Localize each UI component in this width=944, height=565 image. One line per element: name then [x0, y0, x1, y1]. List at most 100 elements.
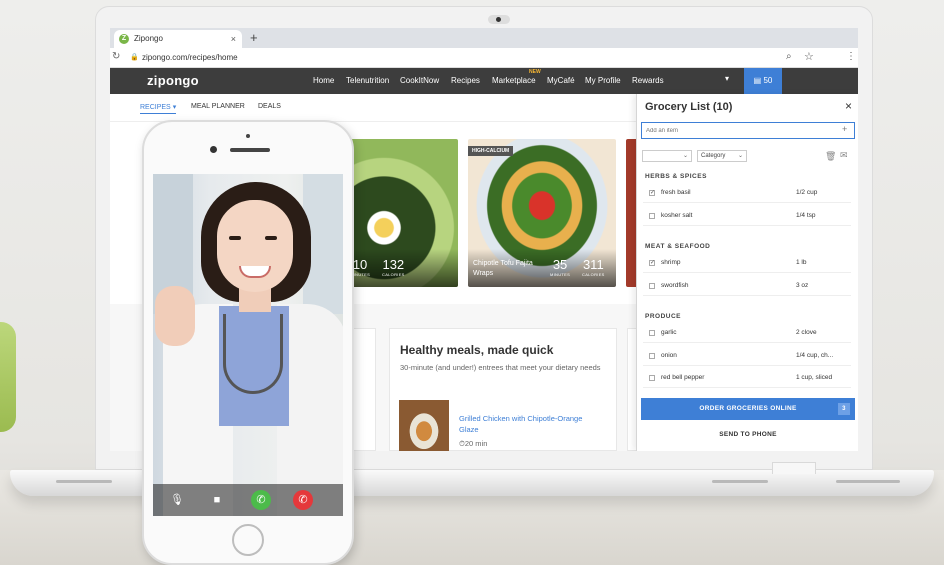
item-checkbox[interactable]: ✓ [649, 260, 655, 266]
nav-cookitnow[interactable]: CookItNow [400, 76, 439, 85]
chevron-down-icon: ⌄ [737, 153, 743, 159]
item-checkbox[interactable]: ✓ [649, 190, 655, 196]
doctor-eye [265, 236, 277, 240]
nav-mycafe[interactable]: MyCafé [547, 76, 575, 85]
calories-label: CALORIES [382, 272, 405, 277]
zipongo-favicon-icon: Z [119, 34, 129, 44]
phone-speaker [230, 148, 270, 152]
zoom-icon[interactable]: ⌕ [786, 51, 792, 62]
nav-home[interactable]: Home [313, 76, 334, 85]
tab-title: Zipongo [134, 34, 163, 43]
laptop-base-detail [712, 480, 768, 483]
new-tab-button[interactable]: + [250, 30, 258, 45]
item-checkbox[interactable] [649, 283, 655, 289]
close-tab-icon[interactable]: × [231, 30, 236, 48]
minutes-label: MINUTES [550, 272, 571, 277]
collection-subtitle: 30-minute (and under!) entrees that meet… [400, 363, 601, 372]
nav-recipes[interactable]: Recipes [451, 76, 480, 85]
subnav-meal-planner[interactable]: MEAL PLANNER [191, 103, 245, 110]
calories-value: 132 [382, 257, 405, 272]
microphone-icon[interactable]: 🎙 [167, 490, 187, 510]
grocery-item[interactable]: ✓ fresh basil 1/2 cup [643, 185, 851, 203]
grocery-list-button[interactable]: ▤ 50 [744, 68, 782, 94]
grocery-item[interactable]: ✓ shrimp 1 lb [643, 255, 851, 273]
laptop-base-detail [56, 480, 112, 483]
site-navbar: zipongo Home Telenutrition CookItNow Rec… [110, 68, 858, 94]
item-quantity: 1/4 cup, ch... [796, 352, 834, 359]
lettuce-decoration [0, 322, 16, 432]
home-button[interactable] [232, 524, 264, 556]
sub-navigation: RECIPES ▾ MEAL PLANNER DEALS [110, 94, 636, 122]
item-quantity: 1/2 cup [796, 189, 818, 196]
item-checkbox[interactable] [649, 330, 655, 336]
recipe-time: ⏱20 min [459, 439, 487, 449]
subnav-recipes[interactable]: RECIPES ▾ [140, 103, 177, 114]
doctor-eye [229, 236, 241, 240]
nav-my-profile[interactable]: My Profile [585, 76, 621, 85]
item-quantity: 3 oz [796, 282, 809, 289]
nav-rewards[interactable]: Rewards [632, 76, 664, 85]
nav-marketplace[interactable]: Marketplace [492, 76, 536, 85]
recipe-thumbnail[interactable] [399, 400, 449, 451]
recipe-card[interactable]: HIGH-CALCIUM Chipotle Tofu Fajita Wraps … [468, 139, 616, 287]
item-name: garlic [661, 329, 677, 336]
browser-tab[interactable]: Z Zipongo × [114, 30, 242, 48]
phone-accept-icon[interactable]: ✆ [251, 490, 271, 510]
recipe-tag: HIGH-CALCIUM [468, 146, 514, 156]
call-controls: 🎙 ■ ✆ ✆ [153, 484, 343, 516]
recipe-link[interactable]: Grilled Chicken with Chipotle-Orange Gla… [459, 413, 599, 435]
close-icon[interactable]: × [845, 99, 852, 113]
category-dropdown[interactable]: Category ⌄ [697, 150, 747, 162]
subnav-deals[interactable]: DEALS [258, 103, 281, 110]
video-icon[interactable]: ■ [207, 490, 227, 510]
nav-telenutrition[interactable]: Telenutrition [346, 76, 389, 85]
trash-icon[interactable]: 🗑 [825, 151, 836, 162]
stethoscope [223, 314, 283, 394]
recipe-calories: 132 CALORIES [382, 257, 405, 277]
address-bar: ↻ 🔒 zipongo.com/recipes/home ⌕ ☆ ⋮ [110, 48, 858, 68]
item-checkbox[interactable] [649, 375, 655, 381]
caret-down-icon: ▾ [172, 104, 177, 111]
calories-value: 311 [582, 257, 604, 272]
video-call-screen: 🎙 ■ ✆ ✆ [153, 174, 343, 516]
order-groceries-label: ORDER GROCERIES ONLINE [699, 405, 797, 412]
list-icon: ▤ [753, 76, 764, 85]
order-count-badge: 3 [838, 403, 850, 415]
chevron-down-icon: ⌄ [682, 153, 688, 159]
recipe-calories: 311 CALORIES [582, 257, 605, 277]
subnav-recipes-label: RECIPES [140, 104, 171, 111]
item-checkbox[interactable] [649, 213, 655, 219]
phone-end-icon[interactable]: ✆ [293, 490, 313, 510]
item-name: kosher salt [661, 212, 693, 219]
add-item-input[interactable] [641, 122, 855, 139]
reload-icon[interactable]: ↻ [112, 51, 120, 62]
collection-title: Healthy meals, made quick [400, 343, 554, 357]
webcam-icon [488, 15, 510, 24]
section-header: PRODUCE [645, 313, 682, 320]
zipongo-logo[interactable]: zipongo [147, 73, 199, 88]
url-field[interactable]: zipongo.com/recipes/home [142, 53, 238, 62]
collection-card[interactable]: Healthy meals, made quick 30-minute (and… [389, 328, 617, 451]
recipe-minutes: 35 MINUTES [550, 257, 570, 277]
recipe-card-title: Chipotle Tofu Fajita Wraps [473, 260, 533, 277]
order-groceries-button[interactable]: ORDER GROCERIES ONLINE 3 [641, 398, 855, 420]
grocery-item[interactable]: onion 1/4 cup, ch... [643, 348, 851, 366]
bulk-select-dropdown[interactable]: ⌄ [642, 150, 692, 162]
laptop-base-detail [836, 480, 900, 483]
minutes-value: 35 [552, 257, 568, 272]
item-quantity: 2 clove [796, 329, 817, 336]
chevron-down-icon[interactable]: ▾ [725, 74, 729, 83]
grocery-item[interactable]: red bell pepper 1 cup, sliced [643, 370, 851, 388]
grocery-item[interactable]: swordfish 3 oz [643, 278, 851, 296]
item-checkbox[interactable] [649, 353, 655, 359]
grocery-item[interactable]: garlic 2 clove [643, 325, 851, 343]
grocery-item[interactable]: kosher salt 1/4 tsp [643, 208, 851, 226]
doctor-hand-ok-gesture [155, 286, 195, 346]
bookmark-star-icon[interactable]: ☆ [804, 50, 814, 63]
add-item-plus-icon[interactable]: + [842, 124, 847, 134]
section-header: MEAT & SEAFOOD [645, 243, 711, 250]
lock-icon: 🔒 [130, 54, 139, 61]
mail-icon[interactable]: ✉ [840, 150, 848, 161]
browser-menu-icon[interactable]: ⋮ [846, 51, 856, 62]
send-to-phone-button[interactable]: SEND TO PHONE [641, 427, 855, 443]
